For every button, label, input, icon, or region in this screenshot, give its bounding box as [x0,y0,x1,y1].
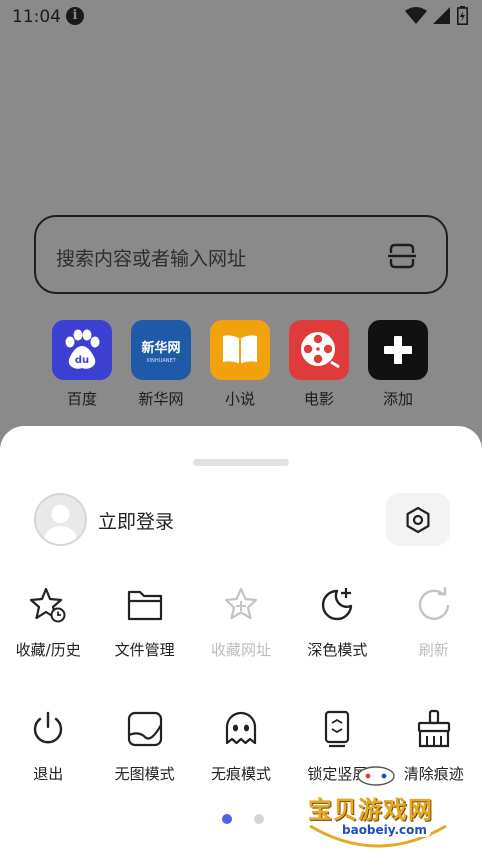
menu-label: 收藏/历史 [15,641,81,659]
svg-text:du: du [75,355,89,366]
menu-incognito-mode[interactable]: 无痕模式 [193,700,289,824]
avatar[interactable] [34,493,87,546]
shortcut-xinhua[interactable]: 新华网 XINHUANET 新华网 [131,320,191,409]
status-bar: 11:04 i [0,0,482,34]
settings-button[interactable] [386,493,450,546]
gear-icon [406,506,430,533]
star-plus-icon [221,585,261,625]
user-row: 立即登录 [34,493,450,546]
shortcut-label: 添加 [382,390,413,408]
menu-bookmark-url[interactable]: 收藏网址 [193,576,289,700]
menu-label: 收藏网址 [210,641,271,659]
shortcut-grid: du 百度 新华网 XINHUANET 新华网 小说 电影 添加 [52,320,428,409]
wifi-icon [405,6,427,24]
star-clock-icon [28,585,68,625]
broom-icon [414,709,454,749]
watermark-text: 宝贝游戏网 [308,796,433,824]
user-icon [43,505,78,544]
shortcut-label: 百度 [66,390,97,408]
baidu-icon[interactable]: du [52,320,112,380]
scan-icon[interactable] [388,243,416,269]
menu-exit[interactable]: 退出 [0,700,96,824]
page-indicator [222,814,264,824]
menu-dark-mode[interactable]: 深色模式 [289,576,385,700]
watermark-url: baobeiy.com [338,823,431,837]
shortcut-movie[interactable]: 电影 [289,320,349,409]
page-dot-active[interactable] [222,814,232,824]
power-icon [28,709,68,749]
status-icons [405,6,468,25]
shortcut-novel[interactable]: 小说 [210,320,270,409]
status-time: 11:04 [12,7,61,27]
ghost-icon [221,709,261,749]
shortcut-label: 新华网 [138,390,184,408]
film-reel-icon[interactable] [289,320,349,380]
menu-refresh[interactable]: 刷新 [386,576,482,700]
page-dot[interactable] [254,814,264,824]
xinhua-icon[interactable]: 新华网 XINHUANET [131,320,191,380]
menu-bookmarks-history[interactable]: 收藏/历史 [0,576,96,700]
menu-label: 无痕模式 [210,765,271,783]
menu-sheet: 立即登录 收藏/历史 文件管理 收藏网址 深色模式 刷新 退出 无图模式 无痕模… [0,426,482,857]
watermark-logo: 宝贝游戏网 baobeiy.com [300,766,456,854]
search-input[interactable]: 搜索内容或者输入网址 [56,244,246,271]
signal-icon [433,6,450,24]
search-box[interactable]: 搜索内容或者输入网址 [34,215,448,294]
menu-label: 文件管理 [114,641,175,659]
shortcut-baidu[interactable]: du 百度 [52,320,112,409]
info-icon: i [66,7,84,25]
plus-icon[interactable] [368,320,428,380]
lock-portrait-icon [317,709,357,749]
sheet-drag-handle[interactable] [193,459,289,466]
menu-label: 无图模式 [114,765,175,783]
shortcut-add[interactable]: 添加 [368,320,428,409]
menu-no-image-mode[interactable]: 无图模式 [96,700,192,824]
refresh-icon [414,585,454,625]
battery-icon [457,6,468,25]
shortcut-label: 电影 [303,390,334,408]
no-image-icon [125,709,165,749]
menu-label: 退出 [33,765,64,783]
menu-label: 刷新 [418,641,449,659]
menu-file-manager[interactable]: 文件管理 [96,576,192,700]
menu-label: 深色模式 [307,641,368,659]
book-icon[interactable] [210,320,270,380]
login-link[interactable]: 立即登录 [98,507,174,534]
shortcut-label: 小说 [224,390,255,408]
moon-icon [317,585,357,625]
folder-icon [125,585,165,625]
xinhua-logo-sub: XINHUANET [146,357,176,364]
xinhua-logo-text: 新华网 [141,340,181,356]
menu-row: 收藏/历史 文件管理 收藏网址 深色模式 刷新 [0,576,482,700]
